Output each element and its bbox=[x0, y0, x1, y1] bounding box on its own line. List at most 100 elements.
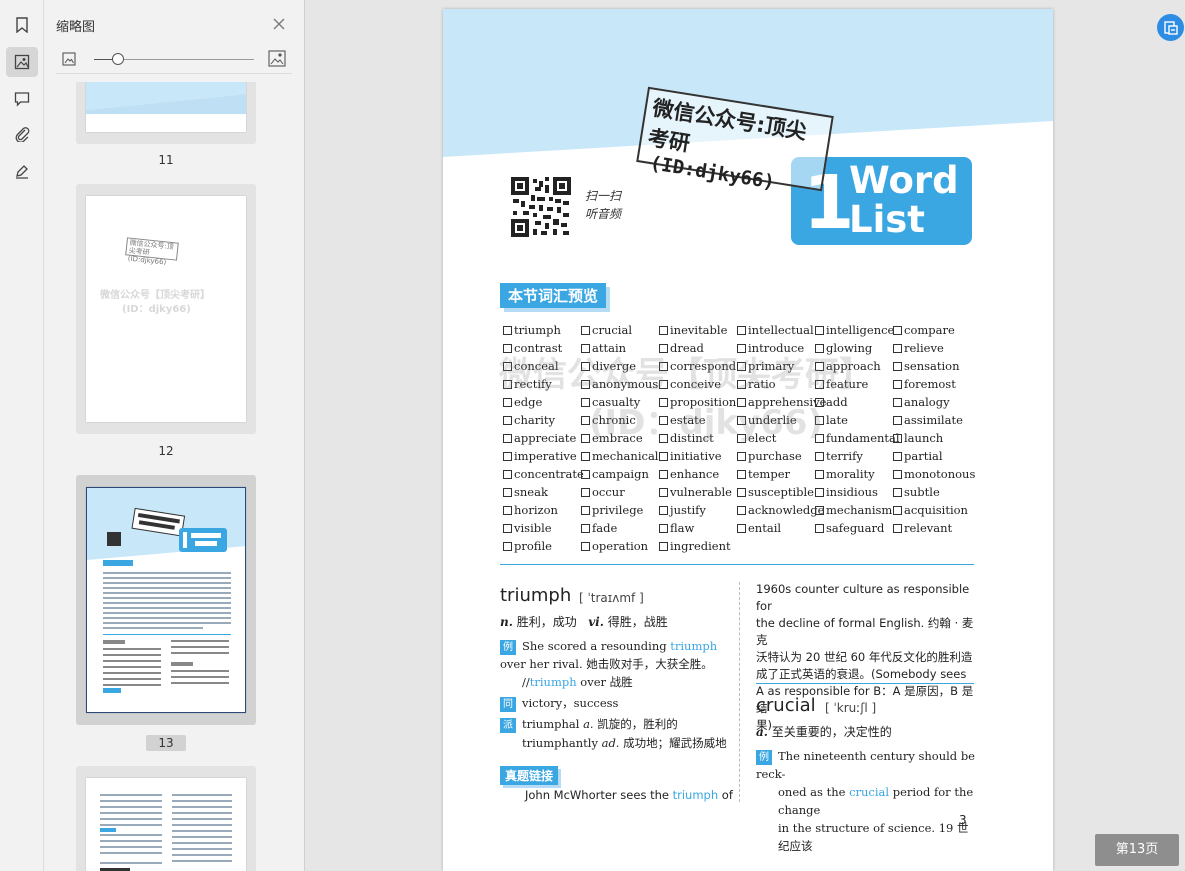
word-checkbox-item[interactable]: entail bbox=[737, 521, 817, 539]
word-checkbox-item[interactable]: horizon bbox=[503, 503, 583, 521]
checkbox[interactable] bbox=[503, 470, 512, 479]
checkbox[interactable] bbox=[659, 488, 668, 497]
close-icon[interactable] bbox=[272, 16, 288, 32]
large-image-icon[interactable] bbox=[268, 50, 286, 71]
checkbox[interactable] bbox=[893, 416, 902, 425]
checkbox[interactable] bbox=[737, 326, 746, 335]
checkbox[interactable] bbox=[581, 542, 590, 551]
checkbox[interactable] bbox=[581, 524, 590, 533]
word-checkbox-item[interactable]: inevitable bbox=[659, 323, 739, 341]
word-checkbox-item[interactable]: vulnerable bbox=[659, 485, 739, 503]
word-checkbox-item[interactable]: initiative bbox=[659, 449, 739, 467]
checkbox[interactable] bbox=[893, 452, 902, 461]
word-checkbox-item[interactable]: privilege bbox=[581, 503, 661, 521]
checkbox[interactable] bbox=[893, 362, 902, 371]
word-checkbox-item[interactable]: imperative bbox=[503, 449, 583, 467]
zoom-slider-handle[interactable] bbox=[112, 53, 124, 65]
word-checkbox-item[interactable]: campaign bbox=[581, 467, 661, 485]
word-checkbox-item[interactable]: appreciate bbox=[503, 431, 583, 449]
word-checkbox-item[interactable]: late bbox=[815, 413, 895, 431]
word-checkbox-item[interactable]: purchase bbox=[737, 449, 817, 467]
checkbox[interactable] bbox=[503, 488, 512, 497]
checkbox[interactable] bbox=[737, 506, 746, 515]
checkbox[interactable] bbox=[893, 488, 902, 497]
word-checkbox-item[interactable]: edge bbox=[503, 395, 583, 413]
checkbox[interactable] bbox=[815, 326, 824, 335]
thumbnail-page-11[interactable] bbox=[76, 82, 256, 144]
word-checkbox-item[interactable]: intelligence bbox=[815, 323, 895, 341]
checkbox[interactable] bbox=[815, 488, 824, 497]
thumbnail-page-14[interactable] bbox=[76, 766, 256, 871]
word-checkbox-item[interactable]: ingredient bbox=[659, 539, 739, 557]
checkbox[interactable] bbox=[659, 470, 668, 479]
checkbox[interactable] bbox=[503, 524, 512, 533]
word-checkbox-item[interactable]: justify bbox=[659, 503, 739, 521]
checkbox[interactable] bbox=[503, 416, 512, 425]
checkbox[interactable] bbox=[659, 524, 668, 533]
word-checkbox-item[interactable]: compare bbox=[893, 323, 973, 341]
word-checkbox-item[interactable]: add bbox=[815, 395, 895, 413]
checkbox[interactable] bbox=[815, 470, 824, 479]
word-checkbox-item[interactable]: acknowledge bbox=[737, 503, 824, 521]
word-checkbox-item[interactable]: crucial bbox=[581, 323, 661, 341]
word-checkbox-item[interactable]: mechanical bbox=[581, 449, 661, 467]
word-checkbox-item[interactable]: visible bbox=[503, 521, 583, 539]
thumbnail-page-13[interactable] bbox=[76, 475, 256, 725]
checkbox[interactable] bbox=[659, 452, 668, 461]
word-checkbox-item[interactable]: concentrate bbox=[503, 467, 584, 485]
checkbox[interactable] bbox=[503, 398, 512, 407]
checkbox[interactable] bbox=[893, 380, 902, 389]
signature-icon[interactable] bbox=[6, 156, 38, 186]
word-checkbox-item[interactable]: intellectual bbox=[737, 323, 817, 341]
checkbox[interactable] bbox=[581, 326, 590, 335]
floating-tool-button[interactable] bbox=[1157, 14, 1184, 41]
word-checkbox-item[interactable]: partial bbox=[893, 449, 973, 467]
word-checkbox-item[interactable]: relevant bbox=[893, 521, 973, 539]
word-checkbox-item[interactable]: profile bbox=[503, 539, 583, 557]
checkbox[interactable] bbox=[815, 452, 824, 461]
word-checkbox-item[interactable]: acquisition bbox=[893, 503, 973, 521]
word-checkbox-item[interactable]: analogy bbox=[893, 395, 973, 413]
checkbox[interactable] bbox=[893, 398, 902, 407]
checkbox[interactable] bbox=[815, 506, 824, 515]
word-checkbox-item[interactable]: enhance bbox=[659, 467, 739, 485]
word-checkbox-item[interactable]: sneak bbox=[503, 485, 583, 503]
checkbox[interactable] bbox=[503, 506, 512, 515]
word-checkbox-item[interactable]: morality bbox=[815, 467, 895, 485]
word-checkbox-item[interactable]: sensation bbox=[893, 359, 973, 377]
checkbox[interactable] bbox=[737, 488, 746, 497]
comment-icon[interactable] bbox=[6, 84, 38, 114]
checkbox[interactable] bbox=[503, 326, 512, 335]
word-checkbox-item[interactable]: operation bbox=[581, 539, 661, 557]
word-checkbox-item[interactable]: susceptible bbox=[737, 485, 817, 503]
attachment-icon[interactable] bbox=[6, 119, 38, 149]
small-image-icon[interactable] bbox=[62, 51, 76, 70]
checkbox[interactable] bbox=[503, 542, 512, 551]
word-checkbox-item[interactable]: subtle bbox=[893, 485, 973, 503]
checkbox[interactable] bbox=[581, 506, 590, 515]
checkbox[interactable] bbox=[893, 506, 902, 515]
checkbox[interactable] bbox=[893, 434, 902, 443]
bookmark-icon[interactable] bbox=[6, 10, 38, 40]
checkbox[interactable] bbox=[893, 470, 902, 479]
word-checkbox-item[interactable]: fade bbox=[581, 521, 661, 539]
word-checkbox-item[interactable]: flaw bbox=[659, 521, 739, 539]
checkbox[interactable] bbox=[503, 452, 512, 461]
word-checkbox-item[interactable]: insidious bbox=[815, 485, 895, 503]
checkbox[interactable] bbox=[893, 524, 902, 533]
word-checkbox-item[interactable]: monotonous bbox=[893, 467, 975, 485]
checkbox[interactable] bbox=[503, 434, 512, 443]
word-checkbox-item[interactable]: triumph bbox=[503, 323, 583, 341]
word-checkbox-item[interactable]: occur bbox=[581, 485, 661, 503]
word-checkbox-item[interactable]: mechanism bbox=[815, 503, 895, 521]
checkbox[interactable] bbox=[581, 470, 590, 479]
checkbox[interactable] bbox=[581, 452, 590, 461]
word-checkbox-item[interactable]: foremost bbox=[893, 377, 973, 395]
checkbox[interactable] bbox=[737, 470, 746, 479]
checkbox[interactable] bbox=[581, 488, 590, 497]
checkbox[interactable] bbox=[737, 524, 746, 533]
checkbox[interactable] bbox=[659, 506, 668, 515]
word-checkbox-item[interactable]: terrify bbox=[815, 449, 895, 467]
checkbox[interactable] bbox=[893, 326, 902, 335]
word-checkbox-item[interactable]: launch bbox=[893, 431, 973, 449]
